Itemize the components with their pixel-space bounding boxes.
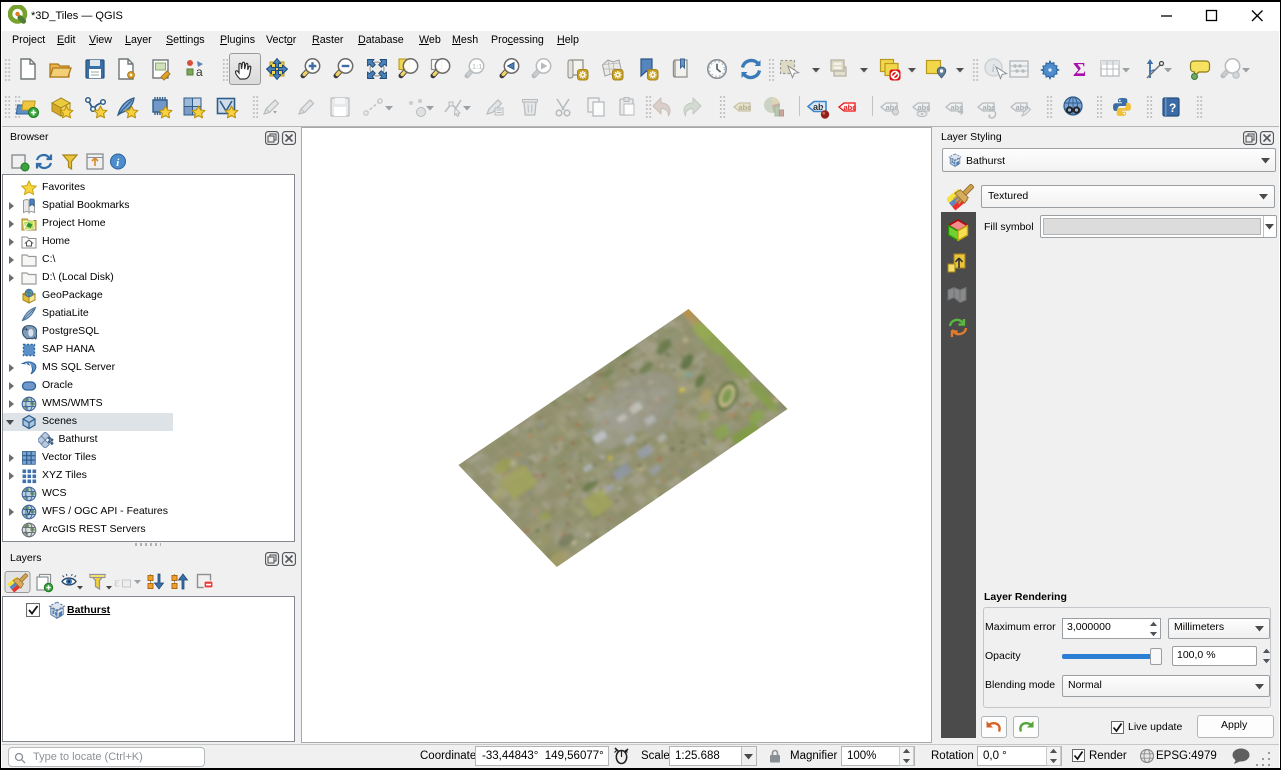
svg-text:ε: ε — [114, 576, 120, 591]
svg-text:abc: abc — [918, 103, 931, 112]
svg-text:?: ? — [1169, 101, 1176, 115]
svg-text:Σ: Σ — [1073, 59, 1086, 81]
svg-text:abc: abc — [844, 103, 857, 112]
svg-text:abc: abc — [739, 103, 752, 112]
svg-text:1:1: 1:1 — [472, 62, 482, 71]
svg-text:ab: ab — [813, 102, 824, 112]
svg-text:a: a — [196, 65, 203, 79]
svg-text:V: V — [26, 508, 32, 517]
